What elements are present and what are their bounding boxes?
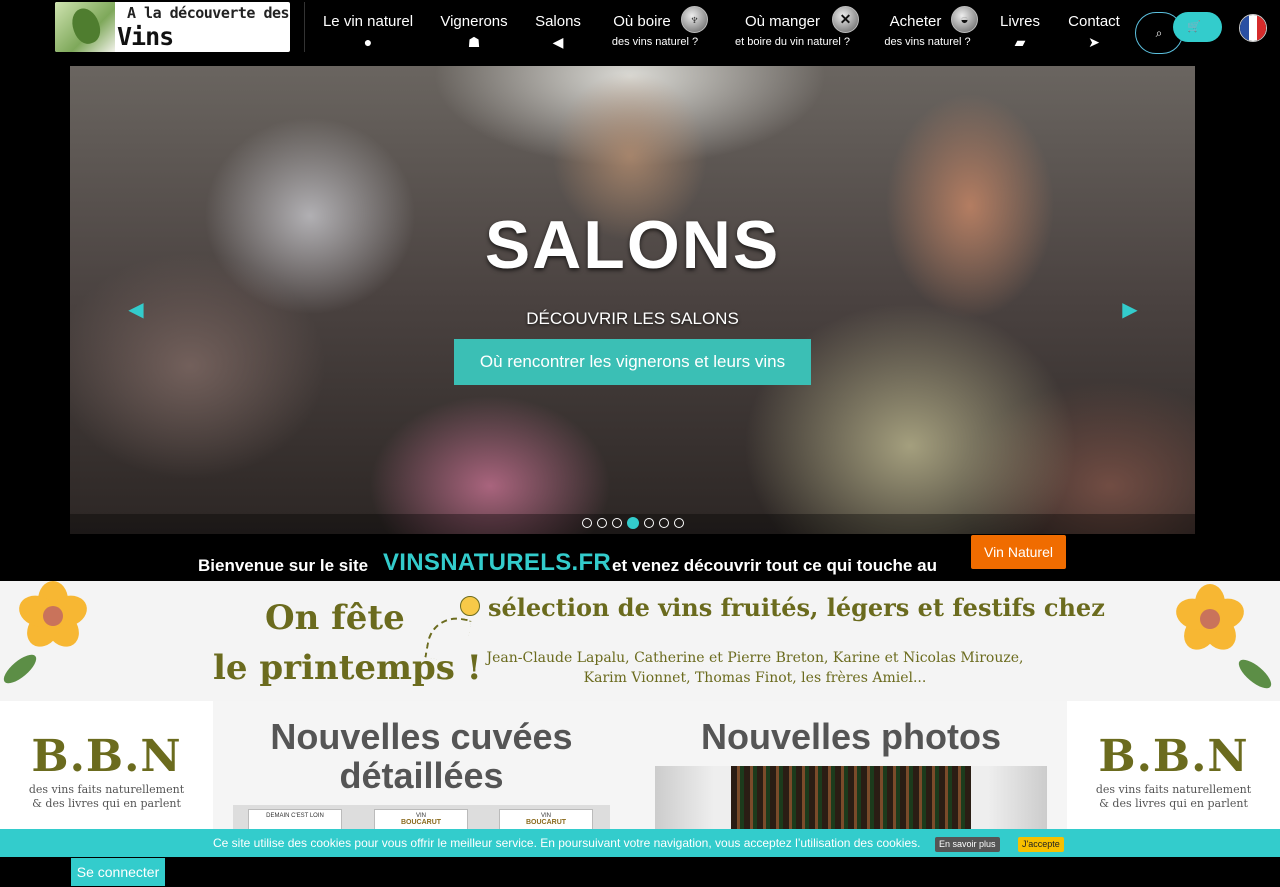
cookie-text: Ce site utilise des cookies pour vous of…	[213, 836, 921, 850]
bbn-line1: des vins faits naturellement	[1095, 783, 1252, 796]
nav-vignerons[interactable]: Vignerons ☗	[434, 0, 514, 60]
carousel-dot[interactable]	[581, 518, 592, 528]
carousel-dot[interactable]	[643, 518, 654, 528]
vin-naturel-button[interactable]: Vin Naturel	[971, 535, 1066, 569]
photos-title: Nouvelles photos	[700, 716, 1002, 757]
nav-contact[interactable]: Contact ➤	[1062, 0, 1126, 60]
nav-sublabel: et boire du vin naturel ?	[735, 36, 850, 48]
nav-sublabel: des vins naturel ?	[611, 36, 699, 48]
cuvee-card[interactable]: VIN BOUCARUT	[374, 809, 468, 829]
carousel-dot[interactable]	[611, 518, 622, 528]
logo-line1: A la découverte des	[127, 4, 290, 22]
users-icon: ☗	[467, 34, 481, 50]
side-ad-left[interactable]: B.B.N des vins faits naturellement & des…	[0, 701, 213, 829]
carousel-cta-button[interactable]: Où rencontrer les vignerons et leurs vin…	[454, 339, 811, 385]
hero-carousel: SALONS DÉCOUVRIR LES SALONS Où rencontre…	[70, 66, 1195, 534]
carousel-dot[interactable]	[596, 518, 607, 528]
welcome-text-before: Bienvenue sur le site	[198, 556, 369, 575]
flower-right-icon	[1172, 584, 1248, 657]
leaf-left-icon	[0, 650, 41, 688]
cart-button[interactable]: 🛒	[1173, 12, 1222, 42]
nav-ou-manger[interactable]: Où manger et boire du vin naturel ? ✕	[725, 0, 860, 60]
search-icon: ⌕	[1155, 26, 1163, 40]
cookie-accept-button[interactable]: J'accepte	[1018, 837, 1064, 852]
main-content: Nouvelles cuvées détaillées DEMAIN C'EST…	[213, 701, 1067, 829]
cuvee-card[interactable]: DEMAIN C'EST LOIN	[248, 809, 342, 829]
cookie-banner: Ce site utilise des cookies pour vous of…	[0, 829, 1280, 857]
paper-plane-icon: ➤	[1088, 34, 1100, 50]
nav-salons[interactable]: Salons ◀	[528, 0, 588, 60]
welcome-site-name: VINSNATURELS.FR	[383, 549, 612, 576]
nav-divider	[304, 2, 305, 52]
cuvees-title: Nouvelles cuvées détaillées	[270, 716, 573, 796]
language-flag-fr[interactable]	[1239, 14, 1267, 42]
banner-names: Jean-Claude Lapalu, Catherine et Pierre …	[486, 650, 1024, 686]
carousel-indicators	[70, 517, 1195, 529]
cuvees-carousel: DEMAIN C'EST LOIN VIN BOUCARUT VIN BOUCA…	[233, 805, 610, 829]
nav-ou-boire[interactable]: Où boire des vins naturel ? ♆	[600, 0, 710, 60]
wine-shelf-photo[interactable]	[731, 766, 971, 829]
bee-icon	[460, 596, 480, 616]
login-button[interactable]: Se connecter	[71, 858, 165, 886]
bbn-subtitle: des vins faits naturellement & des livre…	[1067, 783, 1280, 811]
carousel-subtitle: DÉCOUVRIR LES SALONS	[526, 309, 739, 328]
bbn-title: B.B.N	[1098, 731, 1249, 782]
cuvee-card-brand: BOUCARUT	[400, 819, 442, 826]
wine-glass-icon: ♆	[681, 6, 708, 33]
top-navbar: A la découverte des Vins Naturels Le vin…	[0, 0, 1280, 66]
nav-le-vin-naturel[interactable]: Le vin naturel ●	[318, 0, 418, 60]
spring-promo-banner[interactable]: On fête le printemps ! sélection de vins…	[0, 581, 1280, 701]
nav-sublabel: des vins naturel ?	[884, 36, 971, 48]
nav-label: Contact	[1068, 13, 1120, 30]
cutlery-icon: ✕	[832, 6, 859, 33]
nav-label: Livres	[999, 13, 1040, 30]
nav-label: Le vin naturel	[322, 13, 414, 30]
bottom-bar: Se connecter	[0, 857, 1280, 887]
cuvee-card[interactable]: VIN BOUCARUT	[499, 809, 593, 829]
carousel-dot[interactable]	[626, 517, 639, 529]
leaf-right-icon	[1234, 655, 1276, 693]
vine-leaf-icon	[55, 2, 115, 52]
carousel-next-arrow-icon[interactable]: ▶	[1120, 298, 1140, 322]
cuvee-card-brand: BOUCARUT	[525, 819, 567, 826]
carousel-title: SALONS	[484, 207, 781, 283]
bbn-title: B.B.N	[31, 731, 182, 782]
nav-livres[interactable]: Livres ▰	[995, 0, 1045, 60]
nav-acheter[interactable]: Acheter des vins naturel ? ◒	[875, 0, 980, 60]
carousel-dot[interactable]	[658, 518, 669, 528]
basket-icon: ◒	[951, 6, 978, 33]
book-icon: ▰	[1014, 34, 1026, 50]
bullhorn-icon: ◀	[552, 34, 564, 50]
nav-label: Salons	[535, 13, 581, 30]
nav-label: Vignerons	[440, 13, 508, 30]
cuvee-card-title: DEMAIN C'EST LOIN	[266, 813, 324, 819]
cookie-more-button[interactable]: En savoir plus	[935, 837, 1000, 852]
shopping-cart-icon: 🛒	[1187, 21, 1201, 33]
logo-line2: Vins Naturels	[117, 22, 230, 52]
carousel-prev-arrow-icon[interactable]: ◀	[126, 298, 146, 322]
side-ad-right[interactable]: B.B.N des vins faits naturellement & des…	[1067, 701, 1280, 829]
site-logo[interactable]: A la découverte des Vins Naturels	[55, 2, 290, 52]
banner-headline: sélection de vins fruités, légers et fes…	[488, 593, 1105, 622]
welcome-strip: Bienvenue sur le site VINSNATURELS.FR et…	[0, 534, 1280, 581]
photos-carousel	[655, 766, 1047, 829]
bbn-line1: des vins faits naturellement	[28, 783, 185, 796]
flower-left-icon	[15, 581, 91, 654]
carousel-dot[interactable]	[673, 518, 684, 528]
welcome-text-after: et venez découvrir tout ce qui touche au	[612, 556, 937, 575]
bbn-line2: & des livres qui en parlent	[1099, 797, 1248, 810]
info-circle-icon: ●	[363, 34, 373, 50]
bbn-subtitle: des vins faits naturellement & des livre…	[0, 783, 213, 811]
bbn-line2: & des livres qui en parlent	[32, 797, 181, 810]
